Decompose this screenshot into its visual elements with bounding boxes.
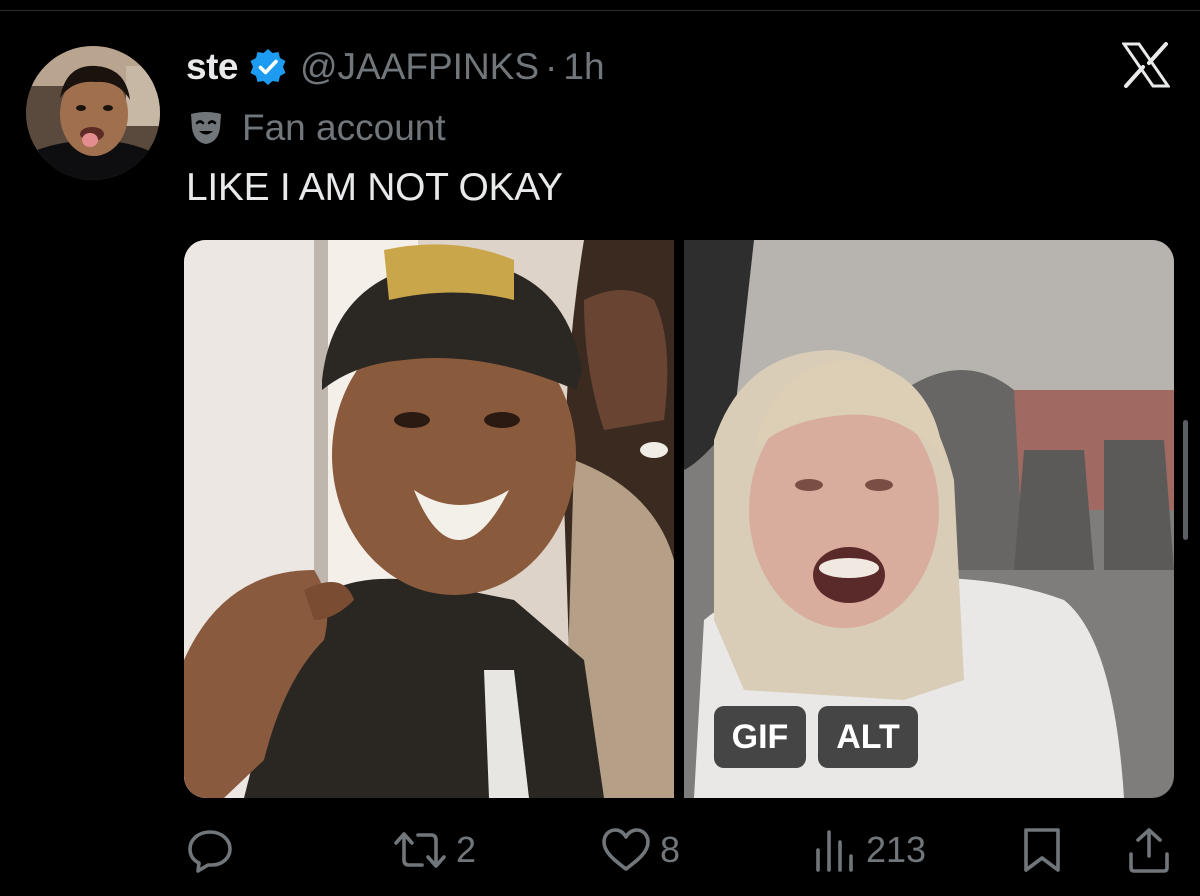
x-logo-icon[interactable] bbox=[1122, 42, 1170, 88]
display-name[interactable]: ste bbox=[186, 46, 238, 88]
bookmark-button[interactable] bbox=[1020, 820, 1064, 880]
divider bbox=[0, 10, 1200, 11]
tweet-text: LIKE I AM NOT OKAY bbox=[186, 166, 563, 209]
retweet-count: 2 bbox=[456, 829, 477, 870]
bookmark-icon bbox=[1024, 828, 1060, 872]
share-icon bbox=[1129, 828, 1169, 873]
retweet-icon bbox=[394, 832, 446, 868]
account-label-text: Fan account bbox=[242, 107, 446, 148]
tweet-view: ste @JAAFPINKS · 1h Fan account LIKE I A… bbox=[0, 0, 1200, 896]
separator-dot: · bbox=[545, 46, 558, 87]
like-button[interactable]: 8 bbox=[600, 820, 680, 880]
account-label[interactable]: Fan account bbox=[188, 106, 446, 150]
media-grid: GIF ALT bbox=[184, 240, 1174, 798]
reply-button[interactable] bbox=[186, 820, 242, 880]
avatar[interactable] bbox=[26, 46, 160, 180]
heart-icon bbox=[602, 828, 650, 871]
alt-badge[interactable]: ALT bbox=[818, 706, 918, 768]
action-bar: 2 8 213 bbox=[0, 820, 1200, 880]
timestamp[interactable]: 1h bbox=[563, 46, 604, 88]
share-button[interactable] bbox=[1126, 820, 1172, 880]
handle[interactable]: @JAAFPINKS bbox=[300, 46, 539, 88]
like-count: 8 bbox=[660, 829, 681, 870]
views-button[interactable]: 213 bbox=[812, 820, 926, 880]
views-icon bbox=[816, 830, 853, 872]
scrollbar[interactable] bbox=[1183, 420, 1188, 540]
retweet-button[interactable]: 2 bbox=[392, 820, 476, 880]
reply-icon bbox=[188, 830, 232, 873]
tweet-header: ste @JAAFPINKS · 1h bbox=[186, 44, 605, 90]
theater-mask-icon bbox=[191, 112, 221, 144]
view-count: 213 bbox=[866, 829, 927, 870]
verified-badge-icon bbox=[250, 49, 286, 85]
gif-badge[interactable]: GIF bbox=[714, 706, 806, 768]
media-photo[interactable] bbox=[184, 240, 674, 798]
